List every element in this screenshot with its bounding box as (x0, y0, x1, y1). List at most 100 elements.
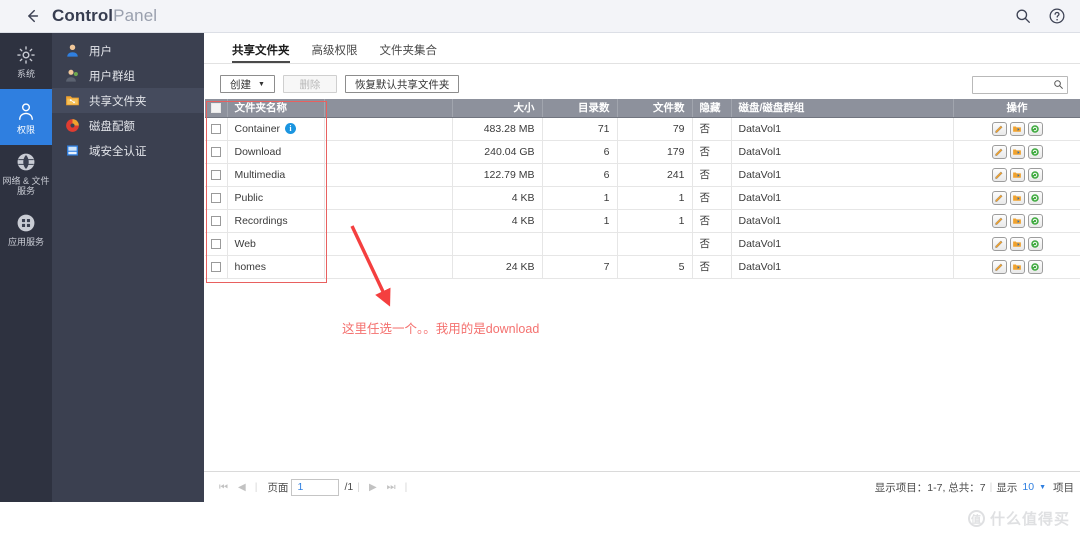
cell-hidden: 否 (692, 186, 732, 210)
edit-pencil-icon[interactable] (991, 121, 1007, 136)
search-icon[interactable] (1014, 7, 1032, 25)
last-page-icon[interactable]: ⏭ (382, 482, 401, 493)
edit-pencil-icon[interactable] (991, 167, 1007, 182)
folder-permission-icon[interactable] (1009, 144, 1025, 159)
row-select-cell[interactable] (205, 186, 228, 210)
col-header-hidden[interactable]: 隐藏 (692, 99, 732, 118)
rail-item-network-file-services[interactable]: 网络 & 文件 服务 (0, 145, 52, 201)
edit-pencil-icon[interactable] (991, 190, 1007, 205)
cell-hidden: 否 (692, 163, 732, 187)
edit-pencil-icon[interactable] (991, 213, 1007, 228)
refresh-icon[interactable] (1027, 144, 1043, 159)
secondary-sidebar: 用户 用户群组 共享文件夹 磁盘配额 域安全认证 (52, 33, 204, 502)
refresh-icon[interactable] (1027, 259, 1043, 274)
row-select-cell[interactable] (205, 163, 228, 187)
restore-default-shares-button[interactable]: 恢复默认共享文件夹 (344, 75, 460, 93)
sidebar-item-disk-quota[interactable]: 磁盘配额 (52, 113, 204, 138)
refresh-icon[interactable] (1027, 121, 1043, 136)
rail-item-privileges[interactable]: 权限 (0, 89, 52, 145)
edit-pencil-icon[interactable] (991, 144, 1007, 159)
cell-volume: DataVol1 (731, 255, 954, 279)
refresh-icon[interactable] (1027, 190, 1043, 205)
total-pages: /1 (344, 481, 354, 493)
table-row[interactable]: Multimedia 122.79 MB 6 241 否 DataVol1 (205, 163, 1080, 187)
row-checkbox[interactable] (210, 261, 221, 272)
table-row[interactable]: Download 240.04 GB 6 179 否 DataVol1 (205, 140, 1080, 164)
shared-folders-table-wrap: 文件夹名称 大小 目录数 文件数 隐藏 磁盘/磁盘群组 操作 Container… (204, 99, 1080, 279)
sidebar-item-domain-security[interactable]: 域安全认证 (52, 138, 204, 163)
refresh-icon[interactable] (1027, 167, 1043, 182)
refresh-icon[interactable] (1027, 236, 1043, 251)
table-row[interactable]: homes 24 KB 7 5 否 DataVol1 (205, 255, 1080, 279)
sidebar-item-user-groups[interactable]: 用户群组 (52, 63, 204, 88)
prev-page-icon[interactable]: ◀ (233, 482, 251, 493)
app-title-light: Panel (113, 6, 158, 25)
delete-button[interactable]: 删除 (282, 75, 337, 93)
sidebar-item-users[interactable]: 用户 (52, 38, 204, 63)
folder-permission-icon[interactable] (1009, 259, 1025, 274)
folder-permission-icon[interactable] (1009, 167, 1025, 182)
folder-permission-icon[interactable] (1009, 213, 1025, 228)
row-checkbox[interactable] (210, 146, 221, 157)
cell-files: 179 (617, 140, 693, 164)
col-header-files[interactable]: 文件数 (617, 99, 693, 118)
cell-actions (953, 232, 1080, 256)
cell-hidden: 否 (692, 140, 732, 164)
next-page-icon[interactable]: ▶ (364, 482, 382, 493)
page-number-input[interactable] (291, 478, 340, 496)
row-select-cell[interactable] (205, 117, 228, 141)
folder-permission-icon[interactable] (1009, 121, 1025, 136)
back-arrow-icon[interactable] (22, 6, 42, 26)
refresh-icon[interactable] (1027, 213, 1043, 228)
page-size-value[interactable]: 10 (1022, 481, 1034, 493)
folder-permission-icon[interactable] (1009, 236, 1025, 251)
col-header-dirs[interactable]: 目录数 (542, 99, 618, 118)
table-row[interactable]: Web 否 DataVol1 (205, 232, 1080, 256)
row-select-cell[interactable] (205, 232, 228, 256)
sidebar-item-label: 用户群组 (89, 70, 135, 83)
tab-advanced-permissions[interactable]: 高级权限 (312, 42, 358, 63)
help-icon[interactable] (1048, 7, 1066, 25)
row-select-cell[interactable] (205, 209, 228, 233)
row-checkbox[interactable] (210, 192, 221, 203)
row-checkbox[interactable] (210, 169, 221, 180)
search-icon[interactable] (1053, 77, 1064, 90)
chevron-down-icon[interactable]: ▼ (1039, 484, 1046, 491)
first-page-icon[interactable]: ⏮ (214, 482, 233, 493)
rail-item-label: 权限 (16, 124, 35, 135)
cell-dirs: 7 (542, 255, 618, 279)
rail-item-system[interactable]: 系统 (0, 33, 52, 89)
col-header-name[interactable]: 文件夹名称 (227, 99, 325, 118)
col-header-size[interactable]: 大小 (452, 99, 543, 118)
row-checkbox[interactable] (210, 215, 221, 226)
row-select-cell[interactable] (205, 255, 228, 279)
tab-shared-folders[interactable]: 共享文件夹 (232, 42, 290, 63)
table-row[interactable]: Public 4 KB 1 1 否 DataVol1 (205, 186, 1080, 210)
cell-files: 1 (617, 209, 693, 233)
disk-quota-icon (65, 118, 80, 133)
select-all-header[interactable] (205, 99, 228, 118)
cell-volume: DataVol1 (731, 163, 954, 187)
edit-pencil-icon[interactable] (991, 259, 1007, 274)
edit-pencil-icon[interactable] (991, 236, 1007, 251)
tab-folder-aggregation[interactable]: 文件夹集合 (380, 42, 438, 63)
rail-item-app-services[interactable]: 应用服务 (0, 201, 52, 257)
col-header-volume[interactable]: 磁盘/磁盘群组 (731, 99, 954, 118)
main-content: 共享文件夹 高级权限 文件夹集合 创建 ▼ 删除 恢复默认共享文件夹 文件夹名称… (204, 33, 1080, 502)
table-row[interactable]: Container i 483.28 MB 71 79 否 DataVol1 (205, 117, 1080, 141)
titlebar-actions (1014, 7, 1066, 25)
sidebar-item-shared-folders[interactable]: 共享文件夹 (52, 88, 204, 113)
row-checkbox[interactable] (210, 123, 221, 134)
row-checkbox[interactable] (210, 238, 221, 249)
col-header-actions: 操作 (953, 99, 1080, 118)
folder-permission-icon[interactable] (1009, 190, 1025, 205)
info-icon[interactable]: i (285, 122, 297, 134)
select-all-checkbox[interactable] (210, 102, 221, 113)
row-select-cell[interactable] (205, 140, 228, 164)
create-button[interactable]: 创建 ▼ (220, 75, 275, 93)
cell-volume: DataVol1 (731, 186, 954, 210)
table-row[interactable]: Recordings 4 KB 1 1 否 DataVol1 (205, 209, 1080, 233)
cell-dirs: 6 (542, 163, 618, 187)
pager-divider: | (404, 481, 408, 493)
table-toolbar: 创建 ▼ 删除 恢复默认共享文件夹 (204, 69, 1080, 99)
